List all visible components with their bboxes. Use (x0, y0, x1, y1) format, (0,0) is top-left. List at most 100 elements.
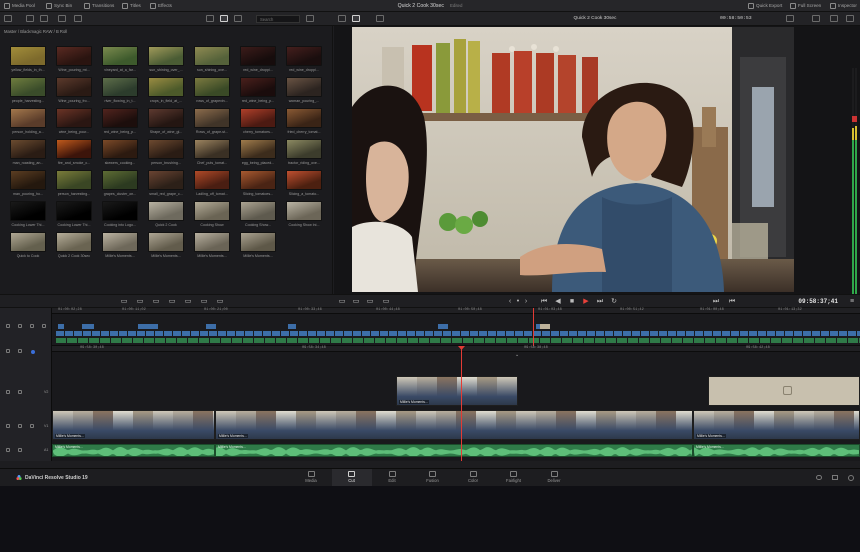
upper-audio-clip[interactable] (562, 338, 572, 343)
upper-audio-clip[interactable] (386, 338, 396, 343)
upper-audio-clip[interactable] (727, 338, 737, 343)
tab-fairlight[interactable]: Fairlight (494, 469, 534, 486)
v1-clip[interactable]: Millie's Moments... (693, 410, 860, 440)
upper-video-clip[interactable] (749, 331, 757, 336)
upper-video-clip[interactable] (569, 331, 577, 336)
upper-audio-clip[interactable] (243, 338, 253, 343)
upper-video-clip[interactable] (209, 331, 217, 336)
upper-video-clip[interactable] (803, 331, 811, 336)
upper-video-clip[interactable] (695, 331, 703, 336)
upper-audio-clip[interactable] (683, 338, 693, 343)
tab-media[interactable]: Media (291, 469, 331, 486)
media-clip[interactable]: Quick 2 Cook 30sec (56, 232, 92, 262)
upper-video-clip[interactable] (839, 331, 847, 336)
upper-video-clip[interactable] (632, 331, 640, 336)
upper-video-clip[interactable] (578, 331, 586, 336)
upper-audio-clip[interactable] (100, 338, 110, 343)
upper-video-clip[interactable] (623, 331, 631, 336)
go-to-end-icon[interactable]: ⏭ (596, 298, 604, 305)
upper-video-clip[interactable] (659, 331, 667, 336)
upper-audio-clip[interactable] (287, 338, 297, 343)
upper-audio-clip[interactable] (672, 338, 682, 343)
media-clip[interactable]: Millie's Moments... (194, 232, 230, 262)
play-icon[interactable]: ▶ (582, 298, 590, 305)
upper-video-clip[interactable] (821, 331, 829, 336)
sort-icon[interactable] (58, 15, 66, 22)
upper-video-clip[interactable] (614, 331, 622, 336)
upper-timeline[interactable]: 01:00:02;28 01:00:11;02 01:00:21;00 01:0… (0, 308, 860, 346)
viewer-frame[interactable] (352, 27, 794, 292)
upper-audio-clip[interactable] (56, 338, 66, 343)
upper-video-clip[interactable] (677, 331, 685, 336)
upper-video-clip[interactable] (596, 331, 604, 336)
lower-timeline[interactable]: V2 V1 A1 09:58:30;48 09:58:34;48 09:58:3… (0, 346, 860, 461)
upper-audio-clip[interactable] (606, 338, 616, 343)
edit-tool-icon[interactable]: ▭ (352, 298, 360, 305)
upper-video-clip[interactable] (236, 331, 244, 336)
upper-video-clip[interactable] (740, 331, 748, 336)
edit-tool-icon[interactable]: ▭ (338, 298, 346, 305)
clip-tool-icon[interactable]: ▭ (152, 298, 160, 305)
upper-video-clip[interactable] (317, 331, 325, 336)
upper-audio-clip[interactable] (441, 338, 451, 343)
upper-video-clip[interactable] (245, 331, 253, 336)
edit-tool-icon[interactable]: ▭ (382, 298, 390, 305)
upper-video-clip[interactable] (83, 331, 91, 336)
new-bin-icon[interactable] (40, 15, 48, 22)
upper-audio-clip[interactable] (804, 338, 814, 343)
upper-video-clip[interactable] (182, 331, 190, 336)
upper-video-clip[interactable] (128, 331, 136, 336)
upper-title-clip[interactable] (288, 324, 296, 329)
upper-video-clip[interactable] (461, 331, 469, 336)
go-to-start-icon[interactable]: ⏮ (540, 298, 548, 305)
media-clip[interactable]: Quick to Cook (10, 232, 46, 262)
upper-title-clip[interactable] (540, 324, 550, 329)
upper-video-clip[interactable] (812, 331, 820, 336)
upper-video-clip[interactable] (533, 331, 541, 336)
track-visibility-icon[interactable] (18, 390, 22, 394)
import-media-icon[interactable] (26, 15, 34, 22)
upper-video-clip[interactable] (722, 331, 730, 336)
media-clip[interactable]: Cooking Lower Thi... (10, 201, 46, 231)
upper-audio-clip[interactable] (298, 338, 308, 343)
upper-audio-clip[interactable] (221, 338, 231, 343)
stop-icon[interactable]: ■ (568, 298, 576, 305)
media-clip[interactable]: river_flowing_in_t... (102, 77, 138, 107)
tab-fusion[interactable]: Fusion (413, 469, 453, 486)
upper-audio-clip[interactable] (419, 338, 429, 343)
upper-audio-clip[interactable] (540, 338, 550, 343)
quick-export-button[interactable]: Quick Export (748, 0, 782, 12)
media-clip[interactable]: vineyard_at_a_far... (102, 46, 138, 76)
upper-audio-clip[interactable] (694, 338, 704, 343)
clip-tool-icon[interactable]: ▭ (184, 298, 192, 305)
upper-audio-clip[interactable] (848, 338, 858, 343)
track-icon[interactable] (30, 324, 34, 328)
bin-list-icon[interactable] (4, 15, 12, 22)
upper-video-clip[interactable] (668, 331, 676, 336)
next-edit-icon[interactable]: ⏭ (712, 298, 720, 305)
media-clip[interactable]: Wine_pouring_mt... (56, 46, 92, 76)
upper-video-clip[interactable] (497, 331, 505, 336)
upper-audio-clip[interactable] (199, 338, 209, 343)
upper-video-clip[interactable] (542, 331, 550, 336)
media-clip[interactable]: red_wine_being_p... (102, 108, 138, 138)
upper-audio-clip[interactable] (177, 338, 187, 343)
media-clip[interactable]: Cooking Show... (240, 201, 276, 231)
upper-audio-clip[interactable] (188, 338, 198, 343)
upper-audio-clip[interactable] (122, 338, 132, 343)
tab-deliver[interactable]: Deliver (534, 469, 574, 486)
upper-audio-clip[interactable] (793, 338, 803, 343)
media-clip[interactable]: skewers_cooking... (102, 139, 138, 169)
upper-video-clip[interactable] (425, 331, 433, 336)
upper-ruler[interactable]: 01:00:02;28 01:00:11;02 01:00:21;00 01:0… (52, 308, 860, 314)
media-clip[interactable]: Ladling_off_tomat... (194, 170, 230, 200)
upper-audio-clip[interactable] (639, 338, 649, 343)
upper-title-clip[interactable] (438, 324, 448, 329)
upper-video-clip[interactable] (191, 331, 199, 336)
upper-audio-clip[interactable] (309, 338, 319, 343)
upper-video-clip[interactable] (308, 331, 316, 336)
upper-video-clip[interactable] (380, 331, 388, 336)
upper-title-clip[interactable] (138, 324, 158, 329)
media-clip[interactable]: Cooking into Logo... (102, 201, 138, 231)
media-clip[interactable]: red_wine_droppi... (286, 46, 322, 76)
